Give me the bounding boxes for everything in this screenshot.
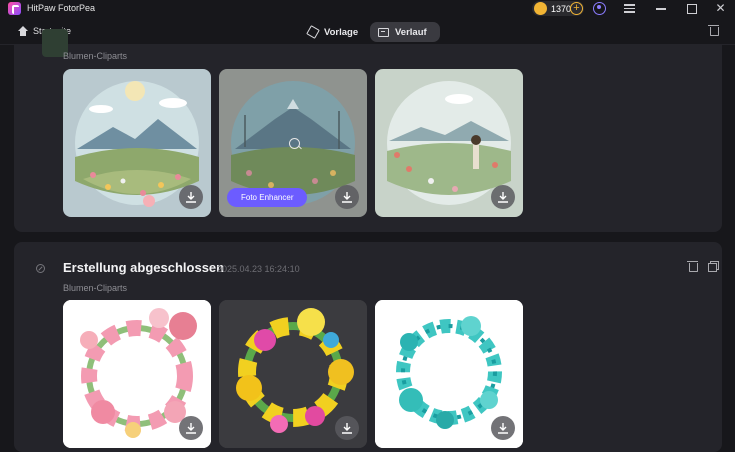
title-bar: HitPaw FotorPea 1370 + ✕ <box>0 0 735 18</box>
app-logo <box>8 2 21 15</box>
status-icon <box>36 264 45 273</box>
cube-icon <box>306 25 320 39</box>
result-image[interactable] <box>63 300 211 448</box>
download-icon <box>186 423 196 434</box>
download-icon <box>498 192 508 203</box>
card-timestamp: 2025.04.23 16:24:10 <box>217 264 300 274</box>
download-button[interactable] <box>491 185 515 209</box>
clear-history-button[interactable] <box>708 25 719 36</box>
delete-entry-button[interactable] <box>687 261 698 272</box>
trash-icon <box>708 25 719 36</box>
thumbnail <box>28 29 68 57</box>
close-icon[interactable]: ✕ <box>714 2 727 15</box>
download-button[interactable] <box>335 185 359 209</box>
credits-widget[interactable]: 1370 + <box>532 1 584 16</box>
zoom-icon[interactable] <box>289 138 300 149</box>
tab-vorlage[interactable]: Vorlage <box>300 22 366 42</box>
download-icon <box>186 192 196 203</box>
card-status-title: Erstellung abgeschlossen <box>63 260 225 275</box>
folder-icon <box>378 27 389 37</box>
download-button[interactable] <box>491 416 515 440</box>
maximize-icon[interactable] <box>685 2 698 15</box>
copy-icon[interactable] <box>708 261 719 272</box>
download-button[interactable] <box>179 416 203 440</box>
minimize-icon[interactable] <box>655 2 668 15</box>
history-card: Blumen-Cliparts Foto Enhancer <box>14 29 722 232</box>
card-category: Blumen-Cliparts <box>63 51 128 61</box>
home-icon <box>18 26 28 36</box>
menu-icon[interactable] <box>623 2 636 15</box>
download-icon <box>342 192 352 203</box>
add-credits-icon[interactable]: + <box>570 2 583 15</box>
download-button[interactable] <box>335 416 359 440</box>
coin-icon <box>534 2 547 15</box>
trash-icon <box>687 261 698 272</box>
result-image[interactable] <box>219 300 367 448</box>
app-title: HitPaw FotorPea <box>27 3 96 13</box>
nav-bar: Startseite Vorlage Verlauf <box>0 18 735 45</box>
download-button[interactable] <box>179 185 203 209</box>
result-image[interactable] <box>375 69 523 217</box>
download-icon <box>342 423 352 434</box>
result-image[interactable] <box>375 300 523 448</box>
download-icon <box>498 423 508 434</box>
result-image-hover[interactable]: Foto Enhancer <box>219 69 367 217</box>
credits-count: 1370 <box>551 3 572 14</box>
history-card: Erstellung abgeschlossen 2025.04.23 16:2… <box>14 242 722 452</box>
result-image[interactable] <box>63 69 211 217</box>
user-account-icon[interactable] <box>593 2 606 15</box>
foto-enhancer-button[interactable]: Foto Enhancer <box>227 188 308 207</box>
card-category: Blumen-Cliparts <box>63 283 128 293</box>
tab-vorlage-label: Vorlage <box>324 26 359 38</box>
tab-verlauf[interactable]: Verlauf <box>370 22 440 42</box>
tab-verlauf-label: Verlauf <box>395 26 427 38</box>
